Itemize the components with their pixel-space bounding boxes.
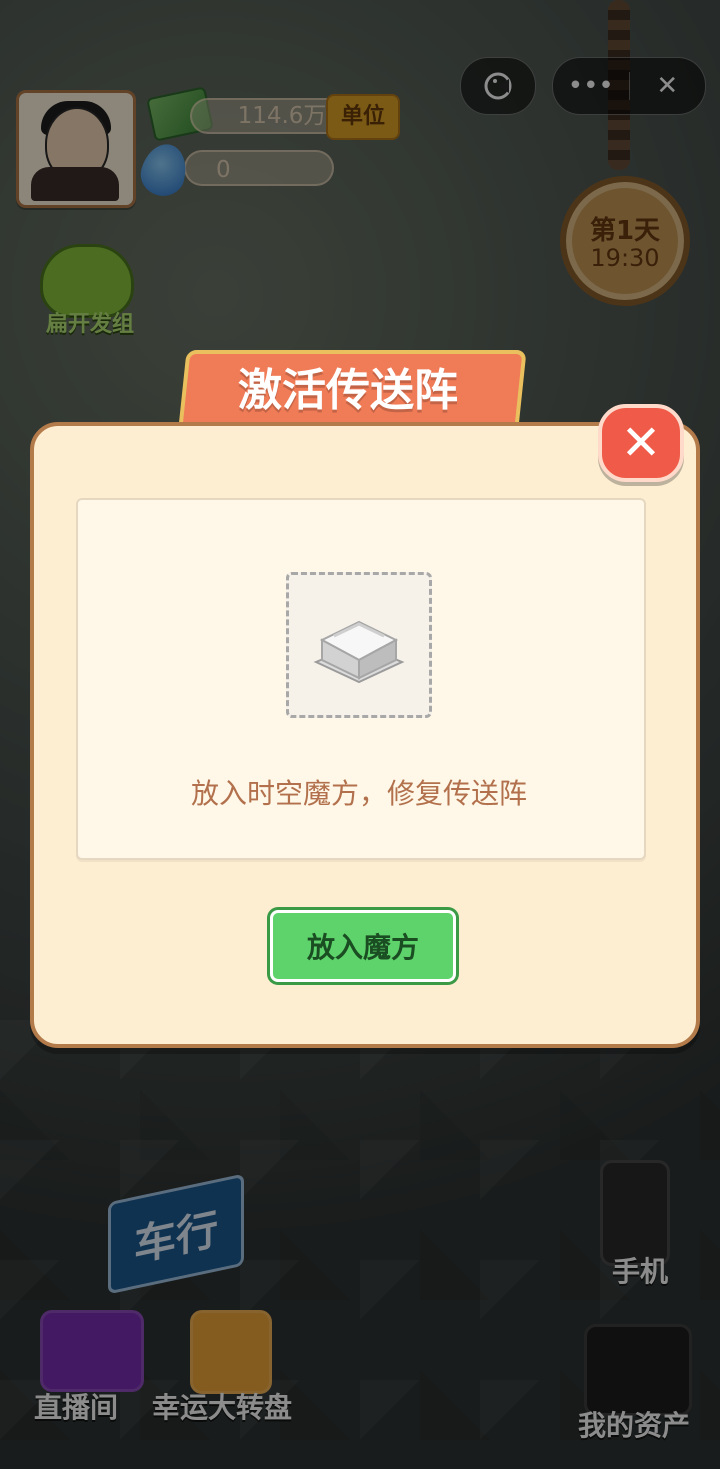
dialog-hint: 放入时空魔方，修复传送阵 — [190, 777, 527, 810]
close-icon: ✕ — [620, 415, 662, 471]
insert-cube-button[interactable]: 放入魔方 — [270, 910, 456, 982]
modal-title: 激活传送阵 — [238, 365, 458, 416]
close-dialog-button[interactable]: ✕ — [598, 404, 684, 482]
cube-slot[interactable] — [286, 572, 432, 718]
space-time-cube-icon — [313, 620, 405, 684]
